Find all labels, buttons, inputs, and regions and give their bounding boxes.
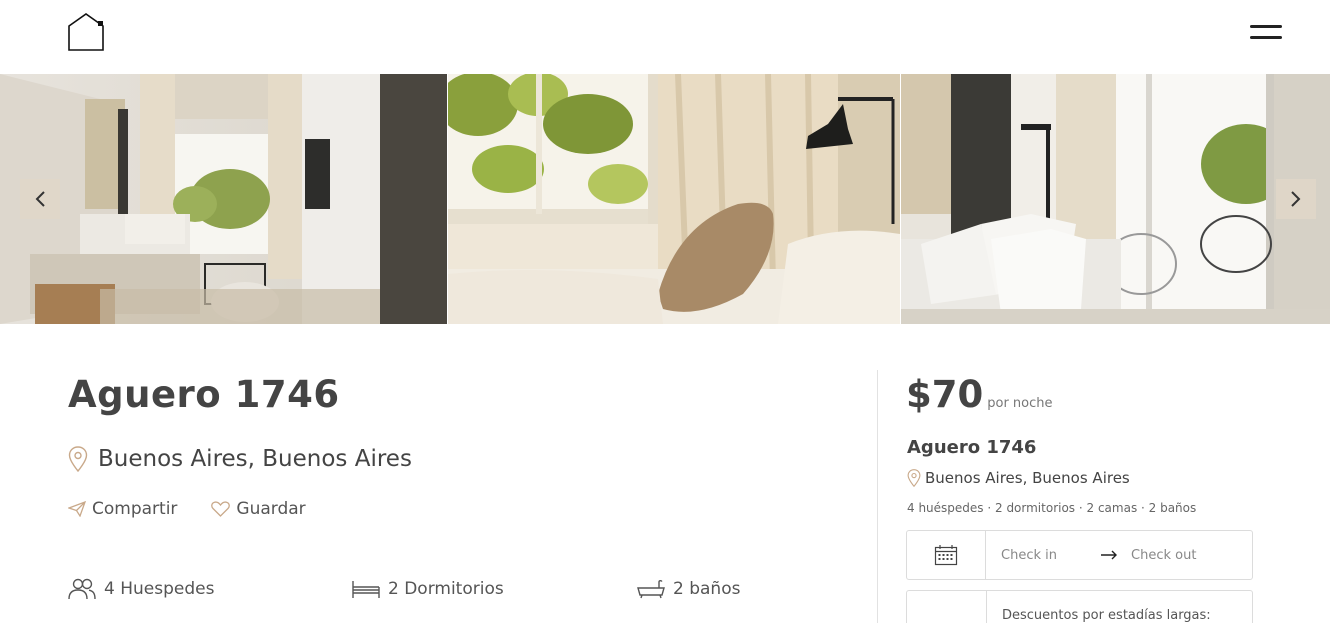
listing-title: Aguero 1746 (68, 373, 340, 416)
booking-location-text: Buenos Aires, Buenos Aires (925, 469, 1130, 487)
check-in-field[interactable]: Check in (1001, 548, 1091, 563)
gallery-photo-bedroom[interactable] (448, 74, 900, 324)
chevron-left-icon (35, 191, 45, 207)
site-header (0, 0, 1330, 74)
photo-gallery[interactable] (0, 74, 1330, 324)
booking-location: Buenos Aires, Buenos Aires (907, 468, 1130, 488)
paper-plane-icon (68, 501, 86, 517)
listing-location-text: Buenos Aires, Buenos Aires (98, 446, 412, 472)
date-picker[interactable]: Check in Check out (906, 530, 1253, 580)
share-label: Compartir (92, 499, 178, 519)
price-block: $70 por noche (906, 373, 1053, 416)
hamburger-menu-icon[interactable] (1250, 23, 1282, 45)
check-out-field[interactable]: Check out (1131, 548, 1196, 563)
map-pin-icon (68, 446, 88, 472)
guests-count: 4 Huespedes (104, 579, 215, 599)
discount-label: Descuentos por estadías largas: (1002, 608, 1211, 623)
save-label: Guardar (236, 499, 306, 519)
house-logo-icon[interactable] (67, 12, 105, 52)
bathrooms-count: 2 baños (673, 579, 741, 599)
calendar-button[interactable] (907, 531, 986, 579)
chevron-right-icon (1291, 191, 1301, 207)
feature-guests: 4 Huespedes (68, 575, 214, 603)
bedrooms-count: 2 Dormitorios (388, 579, 504, 599)
listing-actions: Compartir Guardar (68, 497, 306, 521)
price-unit: por noche (987, 396, 1053, 411)
gallery-photo-living-room[interactable] (0, 74, 447, 324)
booking-specs: 4 huéspedes · 2 dormitorios · 2 camas · … (907, 501, 1197, 515)
gallery-photo-lounge[interactable] (901, 74, 1330, 324)
share-button[interactable]: Compartir (68, 499, 177, 519)
calendar-icon (934, 545, 958, 566)
column-divider (877, 370, 878, 623)
feature-bathrooms: 2 baños (637, 575, 740, 603)
long-stay-discount-box: Descuentos por estadías largas: (906, 590, 1253, 623)
feature-bedrooms: 2 Dormitorios (352, 575, 504, 603)
map-pin-icon (907, 469, 921, 487)
heart-icon (211, 501, 231, 517)
listing-location: Buenos Aires, Buenos Aires (68, 444, 412, 474)
users-icon (68, 578, 96, 600)
save-button[interactable]: Guardar (211, 499, 306, 519)
gallery-next-button[interactable] (1276, 179, 1316, 219)
gallery-prev-button[interactable] (20, 179, 60, 219)
discount-divider (986, 591, 987, 623)
arrow-right-icon (1091, 550, 1127, 560)
price-amount: $70 (906, 373, 984, 416)
booking-title: Aguero 1746 (907, 437, 1037, 458)
bathtub-icon (637, 579, 665, 599)
bed-icon (352, 581, 380, 598)
